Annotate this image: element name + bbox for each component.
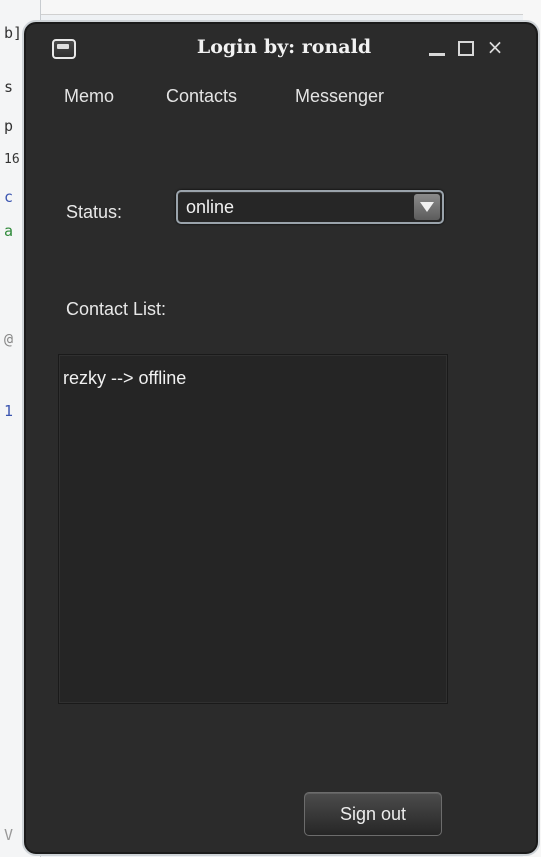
list-item[interactable]: rezky --> offline: [63, 368, 186, 389]
code-fragment: 1: [4, 402, 14, 420]
login-window: Login by: ronald × Memo Contacts Messeng…: [22, 20, 540, 856]
maximize-icon[interactable]: [454, 36, 476, 58]
menu-item-contacts[interactable]: Contacts: [166, 86, 237, 107]
contact-list[interactable]: rezky --> offline: [58, 354, 448, 704]
window-title: Login by: ronald: [196, 36, 372, 58]
code-fragment: V: [4, 826, 14, 844]
code-fragment: p: [4, 117, 14, 135]
code-fragment: @: [4, 330, 14, 348]
code-fragment: c: [4, 188, 14, 206]
code-fragment: s: [4, 78, 14, 96]
sign-out-button[interactable]: Sign out: [304, 792, 442, 836]
status-selected-value: online: [186, 197, 235, 217]
app-icon[interactable]: [52, 39, 76, 59]
minimize-icon[interactable]: [426, 36, 448, 58]
dropdown-arrow-icon[interactable]: [414, 194, 440, 220]
menu-item-messenger[interactable]: Messenger: [295, 86, 384, 107]
status-label: Status:: [66, 202, 123, 222]
code-fragment: b]: [4, 24, 23, 42]
contact-list-label: Contact List:: [66, 299, 167, 319]
code-fragment: a: [4, 222, 14, 240]
status-dropdown[interactable]: online: [176, 190, 444, 224]
code-fragment: 16: [4, 152, 20, 167]
close-icon[interactable]: ×: [484, 36, 506, 58]
background-top-strip: [0, 0, 541, 15]
menu-item-memo[interactable]: Memo: [64, 86, 114, 107]
title-bar[interactable]: Login by: ronald ×: [24, 22, 538, 78]
